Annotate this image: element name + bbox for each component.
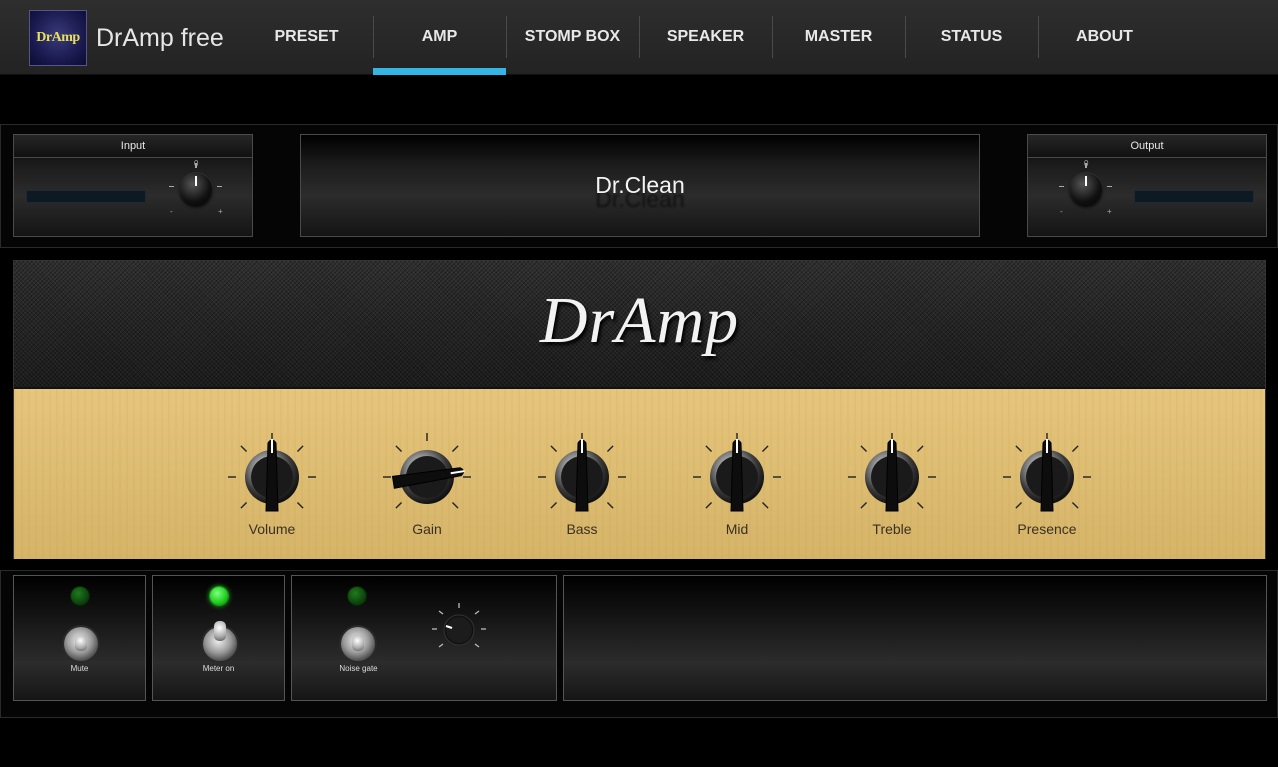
- knob-scale-tick: [705, 501, 713, 509]
- output-level-knob[interactable]: [1070, 173, 1102, 205]
- mute-toggle-switch[interactable]: [64, 627, 98, 661]
- bass-knob[interactable]: [532, 429, 632, 519]
- app-logo: DrAmp: [29, 10, 87, 66]
- output-zero-label: 0: [1084, 159, 1089, 168]
- knob-scale-tick: [240, 445, 248, 453]
- volume-knob-group: Volume: [222, 429, 322, 549]
- knob-scale-tick: [916, 501, 924, 509]
- gain-knob-group: Gain: [377, 429, 477, 549]
- knob-scale-tick: [550, 501, 558, 509]
- mid-label: Mid: [725, 521, 749, 537]
- tab-stomp-box[interactable]: STOMP BOX: [506, 0, 639, 75]
- input-zero-label: 0: [194, 159, 199, 168]
- bass-knob-group: Bass: [532, 429, 632, 549]
- knob-tick: [1059, 186, 1064, 187]
- amp-head: DrAmp Volume Gain Bass Mid Treble Presen…: [13, 260, 1266, 559]
- app-logo-text: DrAmp: [36, 30, 80, 45]
- knob-scale-tick: [761, 501, 769, 509]
- volume-knob[interactable]: [222, 429, 322, 519]
- knob-scale-tick: [395, 445, 403, 453]
- presence-knob[interactable]: [997, 429, 1097, 519]
- knob-scale-tick: [860, 501, 868, 509]
- knob-scale-tick: [1071, 445, 1079, 453]
- tab-status[interactable]: STATUS: [905, 0, 1038, 75]
- knob-scale-tick: [296, 501, 304, 509]
- noise-gate-led: [348, 587, 366, 605]
- noise-gate-threshold-knob[interactable]: [424, 594, 494, 664]
- input-title: Input: [14, 135, 252, 158]
- knob-scale-tick: [606, 501, 614, 509]
- action-bar: DrAmp DrAmp free PRESET AMP STOMP BOX SP…: [0, 0, 1278, 75]
- treble-knob-group: Treble: [842, 429, 942, 549]
- preset-display[interactable]: Dr.Clean: [300, 134, 980, 237]
- input-min-label: -: [170, 207, 173, 216]
- knob-tick: [169, 186, 174, 187]
- knob-scale-tick: [451, 501, 459, 509]
- knob-scale-tick: [860, 445, 868, 453]
- presence-knob-group: Presence: [997, 429, 1097, 549]
- amp-grille: DrAmp: [14, 261, 1265, 389]
- treble-label: Treble: [872, 521, 912, 537]
- treble-knob[interactable]: [842, 429, 942, 519]
- preset-name: Dr.Clean: [595, 172, 685, 198]
- knob-scale-tick: [1071, 501, 1079, 509]
- knob-scale-tick: [916, 445, 924, 453]
- mute-panel: Mute: [13, 575, 146, 701]
- mid-knob[interactable]: [687, 429, 787, 519]
- volume-label: Volume: [248, 521, 296, 537]
- tab-amp[interactable]: AMP: [373, 0, 506, 75]
- meter-label: Meter on: [202, 664, 235, 673]
- knob-scale-tick: [1015, 501, 1023, 509]
- empty-effect-panel: [563, 575, 1267, 701]
- tab-bar: PRESET AMP STOMP BOX SPEAKER MASTER STAT…: [240, 0, 1171, 75]
- knob-tick: [217, 186, 222, 187]
- gain-knob[interactable]: [377, 429, 477, 519]
- knob-tick: [1107, 186, 1112, 187]
- input-gain-knob[interactable]: [180, 173, 212, 205]
- tab-speaker[interactable]: SPEAKER: [639, 0, 772, 75]
- output-panel: Output 0 - +: [1027, 134, 1267, 237]
- output-level-meter: [1134, 190, 1254, 203]
- knob-scale-tick: [606, 445, 614, 453]
- mute-led: [71, 587, 89, 605]
- tab-about[interactable]: ABOUT: [1038, 0, 1171, 75]
- mute-label: Mute: [70, 664, 89, 673]
- input-level-meter: [26, 190, 146, 203]
- knob-scale-tick: [1015, 445, 1023, 453]
- noise-gate-toggle-switch[interactable]: [341, 627, 375, 661]
- tab-master[interactable]: MASTER: [772, 0, 905, 75]
- tab-preset[interactable]: PRESET: [240, 0, 373, 75]
- knob-scale-tick: [395, 501, 403, 509]
- mid-knob-group: Mid: [687, 429, 787, 549]
- amp-brand-logo: DrAmp: [539, 284, 740, 357]
- knob-scale-tick: [550, 445, 558, 453]
- amp-faceplate: Volume Gain Bass Mid Treble Presence: [14, 389, 1265, 559]
- bass-label: Bass: [566, 521, 598, 537]
- input-panel: Input 0 - +: [13, 134, 253, 237]
- knob-scale-tick: [240, 501, 248, 509]
- meter-toggle-switch[interactable]: [203, 621, 237, 661]
- knob-scale-tick: [296, 445, 304, 453]
- knob-scale-tick: [761, 445, 769, 453]
- output-min-label: -: [1060, 207, 1063, 216]
- meter-panel: Meter on: [152, 575, 285, 701]
- knob-scale-tick: [451, 445, 459, 453]
- gain-label: Gain: [412, 521, 442, 537]
- output-max-label: +: [1107, 207, 1112, 216]
- knob-scale-tick: [705, 445, 713, 453]
- input-max-label: +: [218, 207, 223, 216]
- app-title: DrAmp free: [96, 24, 224, 52]
- presence-label: Presence: [1017, 521, 1077, 537]
- meter-led: [210, 587, 228, 605]
- noise-gate-label: Noise gate: [339, 664, 378, 673]
- noise-gate-panel: Noise gate: [291, 575, 557, 701]
- output-title: Output: [1028, 135, 1266, 158]
